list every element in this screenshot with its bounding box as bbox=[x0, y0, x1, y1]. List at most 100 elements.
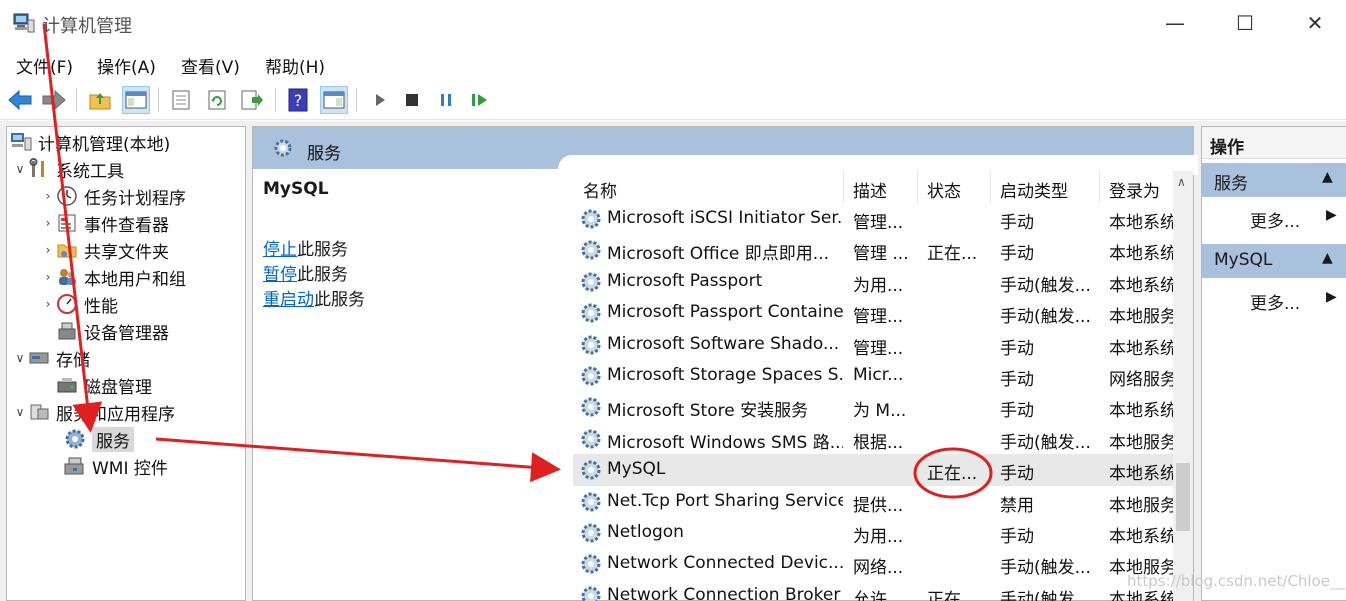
table-row[interactable]: Microsoft Passport 为用... 手动(触发... 本地系统 bbox=[573, 266, 1173, 297]
show-hide-action-pane-icon[interactable] bbox=[320, 86, 348, 114]
gear-icon bbox=[63, 427, 87, 451]
selected-service-name: MySQL bbox=[263, 179, 329, 199]
service-startup-cell: 手动(触发... bbox=[1000, 307, 1091, 328]
actions-group-mysql[interactable]: MySQL ▲ bbox=[1202, 244, 1346, 278]
submenu-arrow-icon[interactable]: ▶ bbox=[1326, 207, 1337, 223]
tree-node-task-scheduler[interactable]: › 任务计划程序 bbox=[41, 183, 186, 209]
collapse-triangle-icon[interactable]: ▲ bbox=[1322, 250, 1333, 266]
tree-node-services-apps[interactable]: ∨ 服务和应用程序 bbox=[13, 399, 175, 425]
service-startup-cell: 手动 bbox=[1000, 244, 1034, 265]
gear-icon bbox=[581, 460, 601, 480]
svg-text:?: ? bbox=[294, 91, 303, 110]
service-name-cell: Microsoft Office 即点即用... bbox=[607, 244, 830, 265]
menu-view[interactable]: 查看(V) bbox=[181, 53, 240, 78]
tree-node-wmi[interactable]: WMI 控件 bbox=[63, 453, 168, 479]
wmi-icon bbox=[63, 454, 87, 478]
menu-file[interactable]: 文件(F) bbox=[16, 53, 73, 78]
column-header-startup[interactable]: 启动类型 bbox=[1000, 177, 1068, 202]
column-divider[interactable] bbox=[990, 171, 991, 203]
pause-service-icon[interactable] bbox=[432, 86, 460, 114]
table-row[interactable]: Netlogon 为用... 手动 本地系统 bbox=[573, 517, 1173, 548]
column-header-logon[interactable]: 登录为 bbox=[1109, 177, 1160, 202]
show-hide-tree-icon[interactable] bbox=[122, 86, 150, 114]
service-name-cell: Microsoft Passport bbox=[607, 270, 763, 291]
table-row[interactable]: Microsoft Software Shado... 管理... 手动 本地系统 bbox=[573, 329, 1173, 360]
table-row[interactable]: MySQL 正在... 手动 本地系统 bbox=[573, 454, 1173, 486]
actions-group-services[interactable]: 服务 ▲ bbox=[1202, 163, 1346, 197]
service-desc-cell: 管理... bbox=[853, 213, 904, 233]
table-row[interactable]: Microsoft Storage Spaces S... Micr... 手动 网络… bbox=[573, 360, 1173, 391]
more-actions-link[interactable]: 更多... bbox=[1250, 207, 1300, 232]
table-row[interactable]: Network Connection Broker 允许... 正在... 手动(触发… bbox=[573, 580, 1173, 601]
table-row[interactable]: Microsoft Passport Container 管理... 手动(触发..… bbox=[573, 297, 1173, 328]
service-startup-cell: 手动 bbox=[1000, 370, 1034, 390]
gear-icon bbox=[581, 240, 601, 260]
service-name-cell: Microsoft Passport Container bbox=[607, 302, 843, 323]
start-service-icon[interactable] bbox=[366, 86, 394, 114]
more-actions-link[interactable]: 更多... bbox=[1250, 289, 1300, 314]
services-apps-icon bbox=[27, 400, 51, 424]
minimize-button[interactable]: — bbox=[1140, 0, 1210, 46]
column-header-state[interactable]: 状态 bbox=[927, 177, 961, 202]
service-startup-cell: 手动 bbox=[1000, 213, 1034, 233]
service-startup-cell: 手动(触发... bbox=[1000, 589, 1091, 601]
tools-icon bbox=[27, 157, 51, 181]
table-row[interactable]: Microsoft iSCSI Initiator Ser... 管理... 手动 本… bbox=[573, 203, 1173, 234]
close-button[interactable]: ✕ bbox=[1280, 0, 1346, 46]
column-header-name[interactable]: 名称 bbox=[583, 177, 617, 202]
back-arrow-icon[interactable] bbox=[6, 86, 34, 114]
chevron-down-icon[interactable]: ∨ bbox=[13, 351, 27, 365]
refresh-icon[interactable] bbox=[203, 86, 231, 114]
tree-node-disk-management[interactable]: 磁盘管理 bbox=[55, 372, 152, 398]
column-divider[interactable] bbox=[1099, 171, 1100, 203]
resume-service-icon[interactable] bbox=[466, 86, 494, 114]
tree-node-performance[interactable]: › 性能 bbox=[41, 291, 118, 317]
tree-node-root[interactable]: 计算机管理(本地) bbox=[9, 129, 170, 155]
table-row[interactable]: Microsoft Windows SMS 路... 根据... 手动(触发... 本… bbox=[573, 423, 1173, 454]
chevron-right-icon[interactable]: › bbox=[41, 189, 55, 203]
forward-arrow-icon[interactable] bbox=[40, 86, 68, 114]
submenu-arrow-icon[interactable]: ▶ bbox=[1326, 289, 1337, 305]
chevron-down-icon[interactable]: ∨ bbox=[13, 405, 27, 419]
export-list-icon[interactable] bbox=[238, 86, 266, 114]
vertical-scrollbar[interactable]: ∧ bbox=[1173, 171, 1193, 601]
table-row[interactable]: Microsoft Office 即点即用... 管理 ... 正在... 手动 本地系… bbox=[573, 234, 1173, 265]
tree-node-storage[interactable]: ∨ 存储 bbox=[13, 345, 90, 371]
tree-node-shared-folders[interactable]: › 共享文件夹 bbox=[41, 237, 169, 263]
table-row[interactable]: Microsoft Store 安装服务 为 M... 手动 本地系统 bbox=[573, 391, 1173, 422]
column-divider[interactable] bbox=[917, 171, 918, 203]
column-divider[interactable] bbox=[843, 171, 844, 203]
collapse-triangle-icon[interactable]: ▲ bbox=[1322, 169, 1333, 185]
tree-node-system-tools[interactable]: ∨ 系统工具 bbox=[13, 156, 124, 182]
table-row[interactable]: Network Connected Devic... 网络... 手动(触发... 本… bbox=[573, 548, 1173, 579]
up-folder-icon[interactable] bbox=[86, 86, 114, 114]
computer-management-icon bbox=[13, 13, 35, 33]
restart-service-link[interactable]: 重启动 bbox=[263, 290, 314, 310]
chevron-right-icon[interactable]: › bbox=[41, 216, 55, 230]
chevron-right-icon[interactable]: › bbox=[41, 243, 55, 257]
properties-icon[interactable] bbox=[167, 86, 195, 114]
chevron-right-icon[interactable]: › bbox=[41, 297, 55, 311]
scrollbar-thumb[interactable] bbox=[1176, 463, 1190, 531]
menu-action[interactable]: 操作(A) bbox=[97, 53, 156, 78]
help-icon[interactable]: ? bbox=[284, 86, 312, 114]
stop-service-link[interactable]: 停止 bbox=[263, 240, 297, 260]
gear-icon bbox=[581, 366, 601, 386]
stop-service-icon[interactable] bbox=[398, 86, 426, 114]
service-desc-cell: 为用... bbox=[853, 527, 904, 547]
chevron-right-icon[interactable]: › bbox=[41, 270, 55, 284]
column-header-desc[interactable]: 描述 bbox=[853, 177, 887, 202]
scroll-up-icon[interactable]: ∧ bbox=[1177, 175, 1186, 189]
maximize-button[interactable]: ☐ bbox=[1210, 0, 1280, 46]
tree-node-services[interactable]: 服务 bbox=[63, 426, 134, 452]
table-row[interactable]: Net.Tcp Port Sharing Service 提供... 禁用 本地服务 bbox=[573, 486, 1173, 517]
chevron-down-icon[interactable]: ∨ bbox=[13, 162, 27, 176]
service-logon-cell: 网络服务 bbox=[1109, 370, 1173, 390]
tree-node-local-users[interactable]: › 本地用户和组 bbox=[41, 264, 186, 290]
service-logon-cell: 本地系统 bbox=[1109, 527, 1173, 547]
menu-help[interactable]: 帮助(H) bbox=[265, 53, 325, 78]
pause-service-link[interactable]: 暂停 bbox=[263, 265, 297, 285]
service-logon-cell: 本地系统 bbox=[1109, 275, 1173, 296]
tree-node-device-manager[interactable]: 设备管理器 bbox=[55, 318, 169, 344]
tree-node-event-viewer[interactable]: › 事件查看器 bbox=[41, 210, 169, 236]
